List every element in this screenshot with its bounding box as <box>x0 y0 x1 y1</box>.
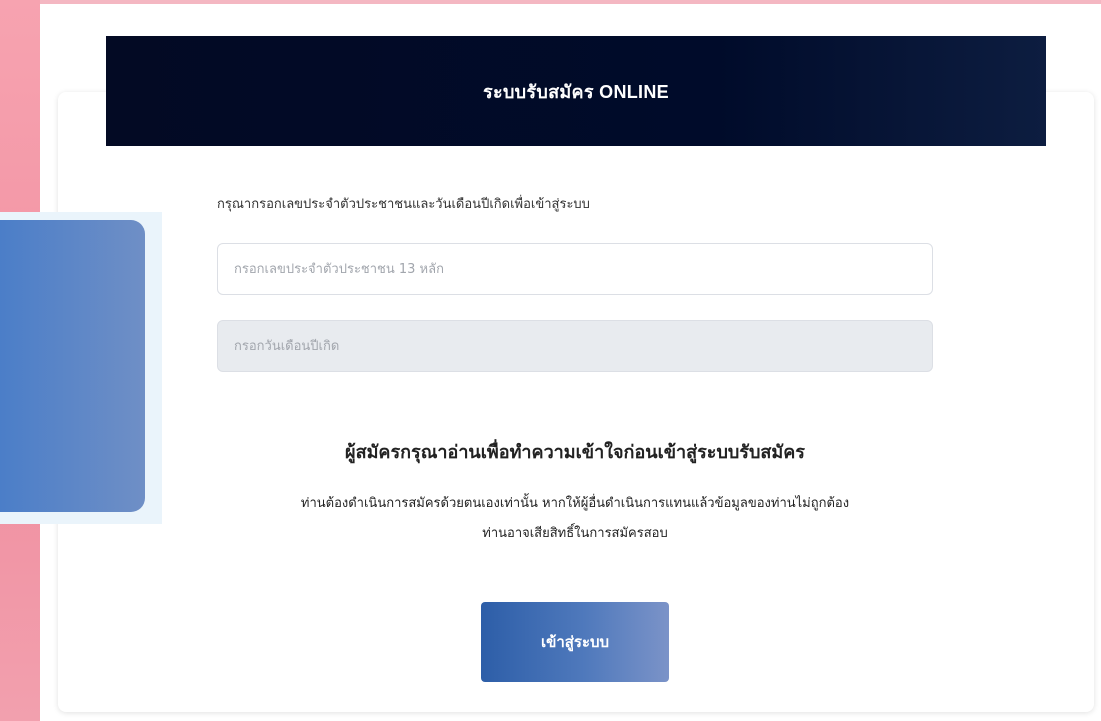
header-title: ระบบรับสมัคร ONLINE <box>483 81 669 102</box>
birthdate-input[interactable] <box>217 320 933 372</box>
notice-text-line1: ท่านต้องดำเนินการสมัครด้วยตนเองเท่านั้น … <box>300 496 850 511</box>
notice-title: ผู้สมัครกรุณาอ่านเพื่อทำความเข้าใจก่อนเข… <box>345 442 805 463</box>
login-instruction: กรุณากรอกเลขประจำตัวประชาชนและวันเดือนปี… <box>217 197 590 212</box>
side-blue-block <box>0 220 145 512</box>
notice-text-line2: ท่านอาจเสียสิทธิ์ในการสมัครสอบ <box>482 526 668 541</box>
citizen-id-input[interactable] <box>217 243 933 295</box>
login-button[interactable]: เข้าสู่ระบบ <box>481 602 669 682</box>
page-header: ระบบรับสมัคร ONLINE <box>106 36 1046 146</box>
